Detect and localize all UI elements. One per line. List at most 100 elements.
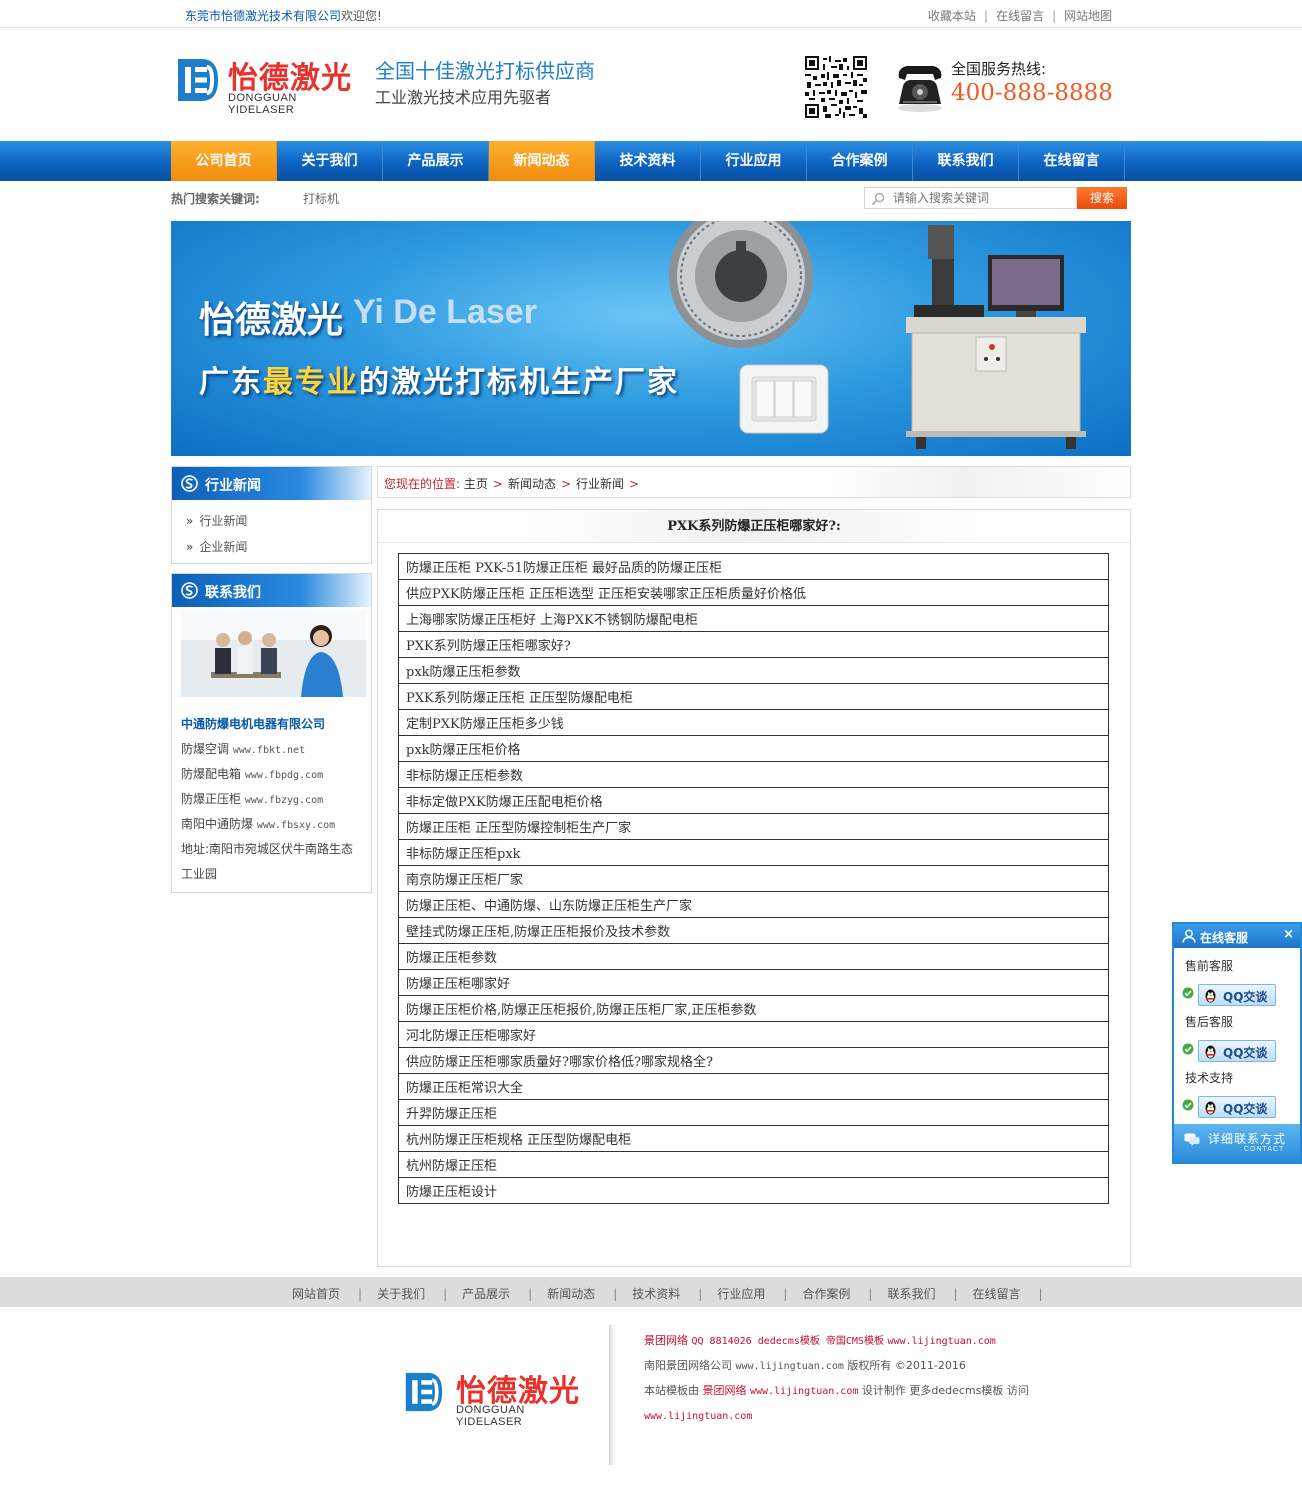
nav-item[interactable]: 合作案例 [807, 141, 913, 181]
guestbook-link[interactable]: 在线留言 [996, 9, 1044, 23]
footer-nav-item[interactable]: 产品展示 [462, 1287, 510, 1301]
close-icon[interactable]: × [1283, 927, 1294, 942]
article-link[interactable]: 壁挂式防爆正压柜,防爆正压柜报价及技术参数 [398, 917, 1109, 944]
article-link[interactable]: 河北防爆正压柜哪家好 [398, 1021, 1109, 1048]
article-link[interactable]: 供应防爆正压柜哪家质量好?哪家价格低?哪家规格全? [398, 1047, 1109, 1074]
qq-chat-button[interactable]: QQ交谈 [1198, 1096, 1276, 1118]
table-row: 非标防爆正压柜参数 [398, 761, 1109, 788]
contact-company-name: 中通防爆电机电器有限公司 [181, 717, 326, 731]
footer-company: 南阳景团网络公司 [644, 1359, 732, 1372]
sitemap-link[interactable]: 网站地图 [1064, 9, 1112, 23]
double-arrow-icon: » [186, 514, 194, 528]
footer-brand-link[interactable]: 景团网络 [703, 1384, 747, 1397]
qq-chat-button[interactable]: QQ交谈 [1198, 1040, 1276, 1062]
service-group-label: 售后客服 [1185, 1015, 1234, 1029]
nav-item[interactable]: 联系我们 [913, 141, 1019, 181]
footer-url: www.lijingtuan.com [735, 1361, 844, 1372]
search-input[interactable] [893, 190, 1073, 206]
separator: | [698, 1287, 703, 1301]
article-link[interactable]: PXK系列防爆正压柜 正压型防爆配电柜 [398, 683, 1109, 710]
site-logo[interactable]: 怡德激光 DONGGUAN YIDELASER [176, 55, 366, 116]
user-icon [1182, 929, 1196, 943]
footer-nav-item[interactable]: 行业应用 [717, 1287, 765, 1301]
contact-details-button[interactable]: 详细联系方式 CONTACT [1174, 1124, 1300, 1162]
table-row: 定制PXK防爆正压柜多少钱 [398, 709, 1109, 736]
nav-item[interactable]: 新闻动态 [489, 141, 595, 181]
article-link[interactable]: 防爆正压柜价格,防爆正压柜报价,防爆正压柜厂家,正压柜参数 [398, 995, 1109, 1022]
sidebar-item-company-news[interactable]: » 企业新闻 [186, 534, 371, 560]
footer-nav-item[interactable]: 关于我们 [377, 1287, 425, 1301]
sidebar-item-industry-news[interactable]: » 行业新闻 [186, 508, 371, 534]
footer-nav-item[interactable]: 技术资料 [632, 1287, 680, 1301]
article-link[interactable]: 防爆正压柜哪家好 [398, 969, 1109, 996]
sidebar-contact-header: 联系我们 [172, 574, 371, 607]
nav-item[interactable]: 技术资料 [595, 141, 701, 181]
article-link[interactable]: 防爆正压柜参数 [398, 943, 1109, 970]
slogan-secondary: 工业激光技术应用先驱者 [375, 88, 552, 107]
wall-switch-image-icon [739, 364, 829, 434]
article-link[interactable]: 杭州防爆正压柜规格 正压型防爆配电柜 [398, 1125, 1109, 1152]
footer-link[interactable]: www.lijingtuan.com [887, 1336, 995, 1347]
nav-item[interactable]: 产品展示 [383, 141, 489, 181]
breadcrumb: 您现在的位置: 主页 > 新闻动态 > 行业新闻 > [377, 466, 1131, 498]
qq-chat-label: QQ交谈 [1223, 1102, 1268, 1116]
article-link[interactable]: 杭州防爆正压柜 [398, 1151, 1109, 1178]
hot-keywords-label: 热门搜索关键词: [171, 192, 260, 206]
article-link[interactable]: 升羿防爆正压柜 [398, 1099, 1109, 1126]
article-link[interactable]: 非标防爆正压柜参数 [398, 761, 1109, 788]
breadcrumb-news[interactable]: 新闻动态 [508, 477, 556, 491]
table-row: 防爆正压柜哪家好 [398, 969, 1109, 996]
nav-item[interactable]: 在线留言 [1019, 141, 1125, 181]
article-link[interactable]: 非标定做PXK防爆正压配电柜价格 [398, 787, 1109, 814]
article-link[interactable]: 防爆正压柜、中通防爆、山东防爆正压柜生产厂家 [398, 891, 1109, 918]
qq-penguin-icon [1205, 989, 1216, 1003]
article-link[interactable]: 防爆正压柜 PXK-51防爆正压柜 最好品质的防爆正压柜 [398, 553, 1109, 580]
footer-info: 景团网络 QQ 8814026 dedecms模板 帝国CMS模板 www.li… [644, 1329, 1074, 1429]
table-row: 防爆正压柜、中通防爆、山东防爆正压柜生产厂家 [398, 891, 1109, 918]
contact-line[interactable]: 南阳中通防爆 www.fbsxy.com [181, 812, 367, 837]
search-button[interactable]: 搜索 [1077, 187, 1127, 209]
breadcrumb-text: 您现在的位置: 主页 > 新闻动态 > 行业新闻 > [384, 475, 644, 492]
footer-qq: QQ 8814026 dedecms模板 帝国CMS模板 [691, 1336, 884, 1347]
main-nav: 公司首页 关于我们 产品展示 新闻动态 技术资料 行业应用 合作案例 联系我们 在线留言 [0, 141, 1302, 181]
footer-link[interactable]: www.lijingtuan.com [644, 1411, 752, 1422]
footer-nav-item[interactable]: 网站首页 [292, 1287, 340, 1301]
article-link[interactable]: 供应PXK防爆正压柜 正压柜选型 正压柜安装哪家正压柜质量好价格低 [398, 579, 1109, 606]
nav-item[interactable]: 公司首页 [171, 141, 277, 181]
breadcrumb-industry-news[interactable]: 行业新闻 [576, 477, 624, 491]
article-link[interactable]: 南京防爆正压柜厂家 [398, 865, 1109, 892]
hotline-label: 全国服务热线: [951, 60, 1047, 78]
article-link[interactable]: 定制PXK防爆正压柜多少钱 [398, 709, 1109, 736]
table-row: 河北防爆正压柜哪家好 [398, 1021, 1109, 1048]
nav-item[interactable]: 行业应用 [701, 141, 807, 181]
breadcrumb-home[interactable]: 主页 [464, 477, 488, 491]
footer-nav-item[interactable]: 新闻动态 [547, 1287, 595, 1301]
article-link[interactable]: PXK系列防爆正压柜哪家好? [398, 631, 1109, 658]
article-panel: PXK系列防爆正压柜哪家好?: 防爆正压柜 PXK-51防爆正压柜 最好品质的防… [377, 509, 1131, 1267]
contact-line[interactable]: 防爆空调 www.fbkt.net [181, 737, 367, 762]
article-link[interactable]: 非标防爆正压柜pxk [398, 839, 1109, 866]
footer-link[interactable]: www.lijingtuan.com [750, 1386, 858, 1397]
separator: | [443, 1287, 448, 1301]
footer-brand: 景团网络 [644, 1334, 688, 1347]
article-link[interactable]: 防爆正压柜设计 [398, 1177, 1109, 1204]
article-link[interactable]: 上海哪家防爆正压柜好 上海PXK不锈钢防爆配电柜 [398, 605, 1109, 632]
article-link[interactable]: 防爆正压柜常识大全 [398, 1073, 1109, 1100]
bookmark-link[interactable]: 收藏本站 [928, 9, 976, 23]
article-link[interactable]: 防爆正压柜 正压型防爆控制柜生产厂家 [398, 813, 1109, 840]
contact-line[interactable]: 防爆配电箱 www.fbpdg.com [181, 762, 367, 787]
table-row: 杭州防爆正压柜 [398, 1151, 1109, 1178]
nav-item[interactable]: 关于我们 [277, 141, 383, 181]
sidebar-item-label: 行业新闻 [199, 514, 248, 528]
footer-nav-item[interactable]: 合作案例 [802, 1287, 850, 1301]
gear-image-icon [669, 221, 813, 348]
article-link[interactable]: pxk防爆正压柜参数 [398, 657, 1109, 684]
hot-keyword-link[interactable]: 打标机 [303, 190, 339, 207]
footer-nav-item[interactable]: 在线留言 [973, 1287, 1021, 1301]
contact-line-label: 南阳中通防爆 [181, 817, 254, 831]
contact-line[interactable]: 防爆正压柜 www.fbzyg.com [181, 787, 367, 812]
qq-chat-button[interactable]: QQ交谈 [1198, 984, 1276, 1006]
article-link[interactable]: pxk防爆正压柜价格 [398, 735, 1109, 762]
sidebar-news: 行业新闻 » 行业新闻 » 企业新闻 [171, 466, 372, 564]
footer-nav-item[interactable]: 联系我们 [887, 1287, 935, 1301]
